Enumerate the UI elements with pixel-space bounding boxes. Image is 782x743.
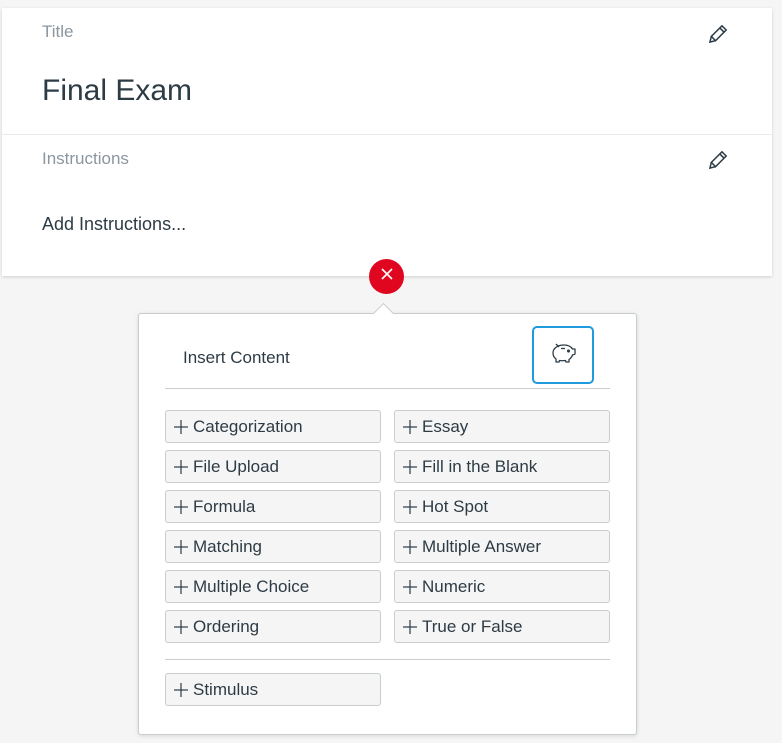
question-type-label: Fill in the Blank <box>422 456 538 476</box>
question-type-label: Ordering <box>193 616 260 636</box>
plus-icon <box>403 459 417 474</box>
pencil-icon[interactable] <box>706 24 728 46</box>
add-file-upload-button[interactable]: File Upload <box>165 450 381 483</box>
plus-icon <box>403 579 417 594</box>
plus-icon <box>174 579 188 594</box>
question-type-label: Essay <box>422 416 469 436</box>
add-hot-spot-button[interactable]: Hot Spot <box>394 490 610 523</box>
question-type-label: Multiple Answer <box>422 536 542 556</box>
question-type-label: Hot Spot <box>422 496 489 516</box>
question-type-label: Categorization <box>193 416 303 436</box>
plus-icon <box>174 682 188 697</box>
plus-icon <box>174 539 188 554</box>
stimulus-divider <box>165 659 610 660</box>
add-stimulus-button[interactable]: Stimulus <box>165 673 381 706</box>
add-multiple-choice-button[interactable]: Multiple Choice <box>165 570 381 603</box>
add-true-or-false-button[interactable]: True or False <box>394 610 610 643</box>
section-divider <box>2 134 772 135</box>
header-divider <box>165 388 610 389</box>
question-type-label: Multiple Choice <box>193 576 310 596</box>
plus-icon <box>403 419 417 434</box>
question-type-label: Formula <box>193 496 256 516</box>
question-type-label: Matching <box>193 536 262 556</box>
question-type-label: True or False <box>422 616 523 636</box>
question-type-label: Numeric <box>422 576 486 596</box>
add-stimulus-label: Stimulus <box>193 679 259 699</box>
close-icon <box>380 267 394 286</box>
add-essay-button[interactable]: Essay <box>394 410 610 443</box>
add-multiple-answer-button[interactable]: Multiple Answer <box>394 530 610 563</box>
add-numeric-button[interactable]: Numeric <box>394 570 610 603</box>
item-bank-button[interactable] <box>532 326 594 384</box>
insert-content-popover: Insert Content Categorization Essay File U… <box>138 302 637 735</box>
plus-icon <box>403 619 417 634</box>
quiz-header-card: Title Final Exam Instructions Add Instru… <box>2 8 772 276</box>
plus-icon <box>174 459 188 474</box>
add-categorization-button[interactable]: Categorization <box>165 410 381 443</box>
title-label: Title <box>42 22 74 41</box>
plus-icon <box>174 619 188 634</box>
popover-caret <box>372 302 395 325</box>
instructions-label: Instructions <box>42 149 129 168</box>
instructions-field[interactable]: Add Instructions... <box>42 214 186 235</box>
question-type-label: File Upload <box>193 456 279 476</box>
piggy-bank-icon <box>549 341 577 370</box>
pencil-icon[interactable] <box>706 150 728 172</box>
add-formula-button[interactable]: Formula <box>165 490 381 523</box>
plus-icon <box>174 419 188 434</box>
plus-icon <box>174 499 188 514</box>
plus-icon <box>403 539 417 554</box>
close-insert-button[interactable] <box>369 259 404 294</box>
add-ordering-button[interactable]: Ordering <box>165 610 381 643</box>
add-fill-in-the-blank-button[interactable]: Fill in the Blank <box>394 450 610 483</box>
quiz-title[interactable]: Final Exam <box>42 74 192 108</box>
add-matching-button[interactable]: Matching <box>165 530 381 563</box>
insert-content-heading: Insert Content <box>183 348 290 367</box>
plus-icon <box>403 499 417 514</box>
